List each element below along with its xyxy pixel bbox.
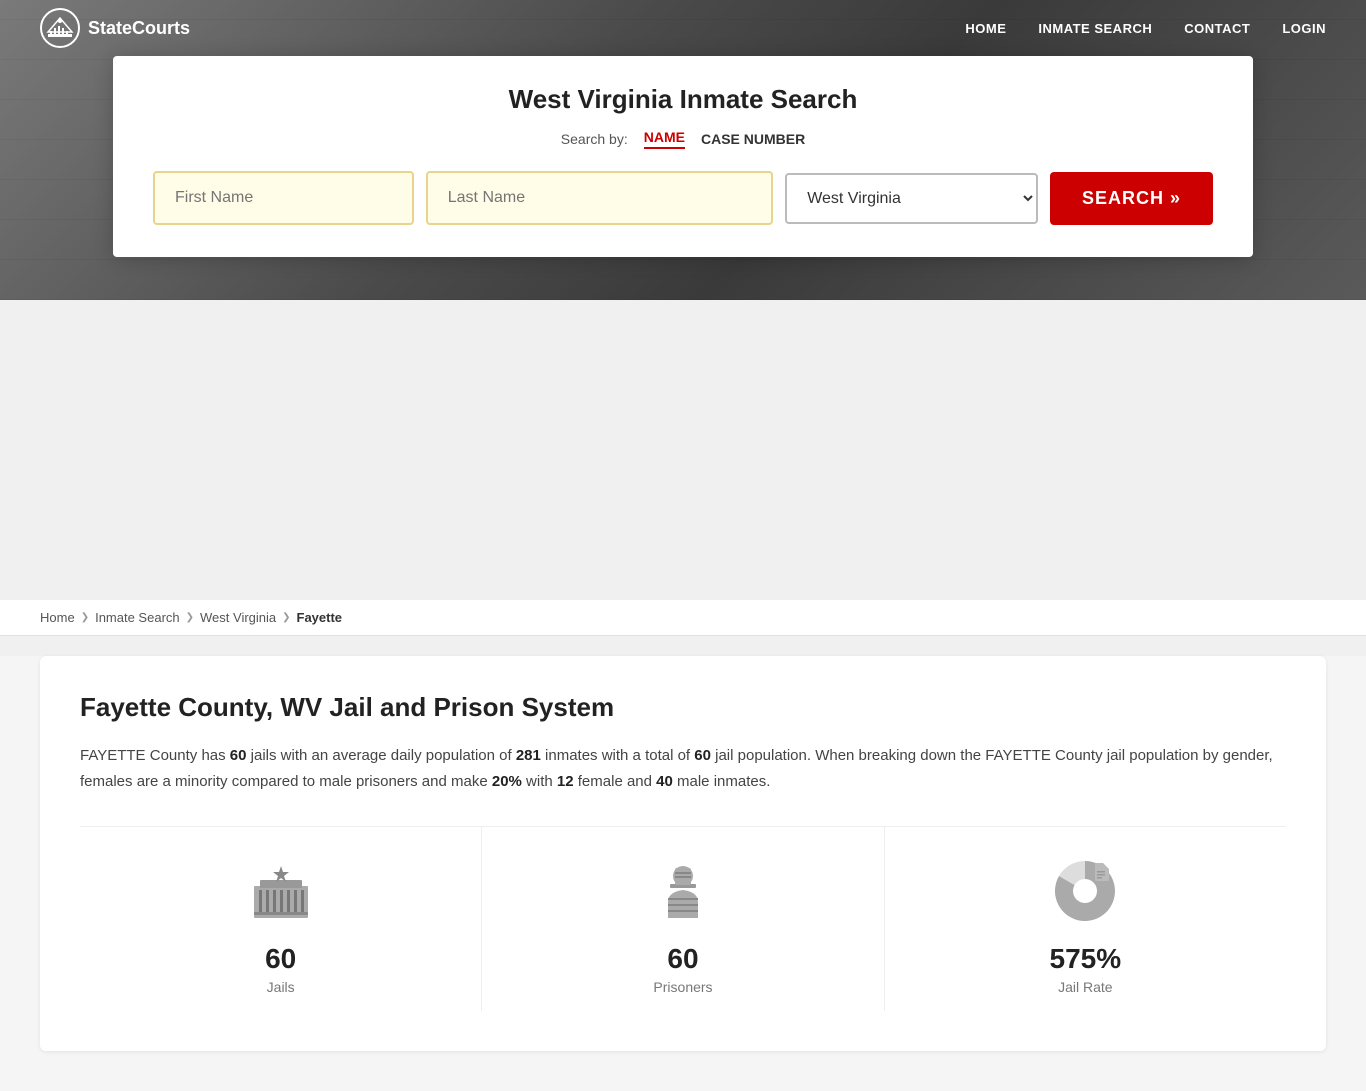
top-navigation: StateCourts HOME INMATE SEARCH CONTACT L… [0, 0, 1366, 56]
stats-row: 60 Jails [80, 826, 1286, 1011]
pie-chart-icon [1045, 851, 1125, 931]
stat-prisoners: 60 Prisoners [482, 827, 884, 1011]
search-card: West Virginia Inmate Search Search by: N… [113, 56, 1253, 257]
breadcrumb-sep-3: ❯ [282, 612, 290, 623]
stat-jails: 60 Jails [80, 827, 482, 1011]
tab-name[interactable]: NAME [644, 129, 685, 149]
jail-icon [241, 851, 321, 931]
nav-login[interactable]: LOGIN [1282, 21, 1326, 36]
main-content: Fayette County, WV Jail and Prison Syste… [0, 656, 1366, 1091]
nav-home[interactable]: HOME [965, 21, 1006, 36]
last-name-input[interactable] [426, 171, 773, 225]
stat-prisoners-label: Prisoners [653, 979, 712, 995]
breadcrumb-sep-1: ❯ [81, 612, 89, 623]
stat-jails-label: Jails [267, 979, 295, 995]
logo-link[interactable]: StateCourts [40, 8, 190, 48]
stat-jailrate-label: Jail Rate [1058, 979, 1112, 995]
breadcrumb-current: Fayette [297, 610, 343, 625]
breadcrumb-home[interactable]: Home [40, 610, 75, 625]
logo-text: StateCourts [88, 18, 190, 39]
first-name-input[interactable] [153, 171, 414, 225]
content-description: FAYETTE County has 60 jails with an aver… [80, 743, 1286, 794]
nav-contact[interactable]: CONTACT [1184, 21, 1250, 36]
logo-icon [40, 8, 80, 48]
header: COURTHOUSE StateCourts HOME INMATE SEARC… [0, 0, 1366, 300]
breadcrumb-state[interactable]: West Virginia [200, 610, 276, 625]
content-title: Fayette County, WV Jail and Prison Syste… [80, 692, 1286, 723]
search-inputs-row: West Virginia Alabama Alaska Arizona Ark… [153, 171, 1213, 225]
nav-links: HOME INMATE SEARCH CONTACT LOGIN [965, 21, 1326, 36]
tab-case-number[interactable]: CASE NUMBER [701, 131, 805, 147]
stat-jail-rate: 575% Jail Rate [885, 827, 1286, 1011]
breadcrumb-inmate-search[interactable]: Inmate Search [95, 610, 180, 625]
nav-inmate-search[interactable]: INMATE SEARCH [1038, 21, 1152, 36]
stat-jailrate-number: 575% [1050, 943, 1122, 975]
search-by-label: Search by: [561, 131, 628, 147]
search-card-title: West Virginia Inmate Search [153, 84, 1213, 115]
state-select[interactable]: West Virginia Alabama Alaska Arizona Ark… [785, 173, 1038, 224]
prisoner-icon [643, 851, 723, 931]
content-card: Fayette County, WV Jail and Prison Syste… [40, 656, 1326, 1051]
stat-prisoners-number: 60 [667, 943, 698, 975]
breadcrumb-sep-2: ❯ [186, 612, 194, 623]
breadcrumb: Home ❯ Inmate Search ❯ West Virginia ❯ F… [0, 600, 1366, 636]
search-by-row: Search by: NAME CASE NUMBER [153, 129, 1213, 149]
search-button[interactable]: SEARCH » [1050, 172, 1213, 225]
stat-jails-number: 60 [265, 943, 296, 975]
